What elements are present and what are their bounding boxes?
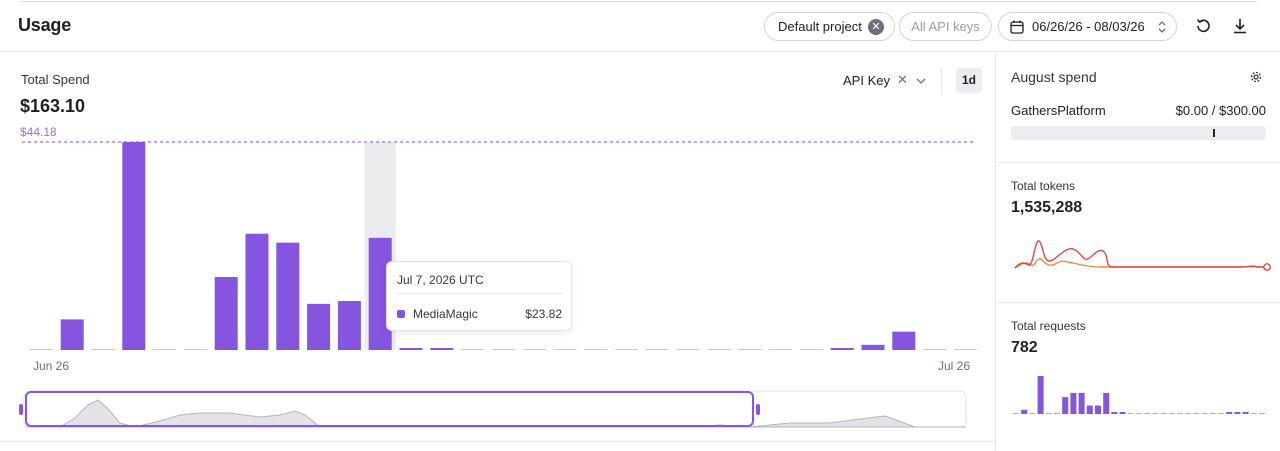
requests-bar bbox=[1119, 412, 1126, 414]
requests-bar bbox=[1111, 412, 1118, 414]
tooltip-value: $23.82 bbox=[525, 307, 562, 321]
requests-bar bbox=[1086, 405, 1093, 414]
api-keys-filter[interactable]: All API keys bbox=[899, 12, 992, 41]
chevron-up-down-icon bbox=[1158, 21, 1166, 33]
gear-icon[interactable] bbox=[1249, 70, 1263, 84]
total-spend-label: Total Spend bbox=[21, 72, 90, 87]
spend-bar[interactable] bbox=[122, 142, 146, 350]
spend-bar[interactable] bbox=[892, 331, 916, 350]
download-icon[interactable] bbox=[1231, 17, 1249, 35]
spend-bar[interactable] bbox=[430, 348, 454, 350]
spend-bar[interactable] bbox=[214, 277, 238, 350]
spend-bar[interactable] bbox=[60, 319, 84, 350]
page-header: Usage Default project ✕ All API keys 06/… bbox=[0, 0, 1280, 52]
requests-bar bbox=[1062, 397, 1069, 414]
x-axis-start-label: Jun 26 bbox=[33, 359, 70, 373]
range-brush[interactable] bbox=[0, 385, 996, 435]
calendar-icon bbox=[1010, 20, 1024, 34]
budget-org-name: GathersPlatform bbox=[1011, 103, 1106, 118]
brush-handle-left[interactable] bbox=[19, 404, 23, 415]
spend-bar[interactable] bbox=[276, 242, 300, 350]
spend-bar[interactable] bbox=[337, 301, 361, 350]
group-by-dropdown[interactable]: API Key bbox=[843, 73, 890, 88]
spend-bar[interactable] bbox=[245, 233, 269, 350]
requests-bar bbox=[1021, 409, 1028, 414]
panel-divider bbox=[0, 441, 996, 442]
spend-bar[interactable] bbox=[399, 348, 423, 350]
budget-amount: $0.00 / $300.00 bbox=[1175, 103, 1266, 118]
clear-project-icon[interactable]: ✕ bbox=[868, 19, 884, 35]
side-panel: August spend GathersPlatform $0.00 / $30… bbox=[997, 53, 1280, 451]
x-axis-end-label: Jul 26 bbox=[938, 359, 971, 373]
brush-handle-right[interactable] bbox=[756, 404, 760, 415]
total-tokens-card[interactable]: Total tokens 1,535,288 bbox=[997, 163, 1280, 303]
interval-button[interactable]: 1d bbox=[956, 68, 982, 93]
tokens-line-primary bbox=[1014, 240, 1267, 269]
total-requests-label: Total requests bbox=[1011, 319, 1086, 333]
requests-bar bbox=[1234, 412, 1241, 414]
chevron-down-icon[interactable] bbox=[915, 75, 927, 87]
total-spend-value: $163.10 bbox=[20, 96, 86, 116]
requests-bar-chart bbox=[1013, 376, 1265, 414]
tooltip-swatch bbox=[397, 310, 405, 318]
budget-limit-marker bbox=[1213, 129, 1215, 137]
total-tokens-label: Total tokens bbox=[1011, 179, 1076, 193]
refresh-icon[interactable] bbox=[1194, 17, 1212, 35]
requests-bar bbox=[1037, 376, 1044, 414]
chart-tooltip: Jul 7, 2026 UTC MediaMagic $23.82 bbox=[386, 261, 572, 331]
project-filter-label: Default project bbox=[778, 19, 862, 34]
tooltip-date: Jul 7, 2026 UTC bbox=[397, 273, 484, 287]
tokens-sparkline bbox=[1014, 240, 1271, 271]
budget-progress-bar bbox=[1011, 126, 1266, 140]
date-range-picker[interactable]: 06/26/26 - 08/03/26 bbox=[998, 12, 1177, 41]
project-filter[interactable]: Default project ✕ bbox=[764, 12, 895, 41]
page-title: Usage bbox=[18, 15, 72, 35]
total-requests-value: 782 bbox=[1011, 339, 1038, 356]
requests-bar bbox=[1226, 412, 1233, 414]
requests-bar bbox=[1103, 392, 1110, 414]
spend-bar[interactable] bbox=[861, 344, 885, 350]
requests-bar bbox=[1242, 412, 1249, 414]
total-tokens-value: 1,535,288 bbox=[1011, 199, 1083, 216]
total-requests-card[interactable]: Total requests 782 bbox=[997, 303, 1280, 451]
date-range-label: 06/26/26 - 08/03/26 bbox=[1032, 19, 1145, 34]
requests-bar bbox=[1095, 405, 1101, 414]
august-spend-title: August spend bbox=[1011, 69, 1097, 85]
spend-bar[interactable] bbox=[307, 303, 331, 350]
tooltip-divider bbox=[397, 293, 563, 294]
tokens-end-marker bbox=[1263, 263, 1271, 271]
requests-bar bbox=[1070, 392, 1077, 414]
spend-bar[interactable] bbox=[830, 348, 854, 350]
clear-group-by-icon[interactable]: ✕ bbox=[897, 72, 908, 88]
august-spend-card: August spend GathersPlatform $0.00 / $30… bbox=[997, 53, 1280, 163]
toolbar-divider bbox=[941, 68, 942, 94]
tooltip-series-name: MediaMagic bbox=[413, 307, 478, 321]
requests-bar bbox=[1078, 392, 1085, 414]
